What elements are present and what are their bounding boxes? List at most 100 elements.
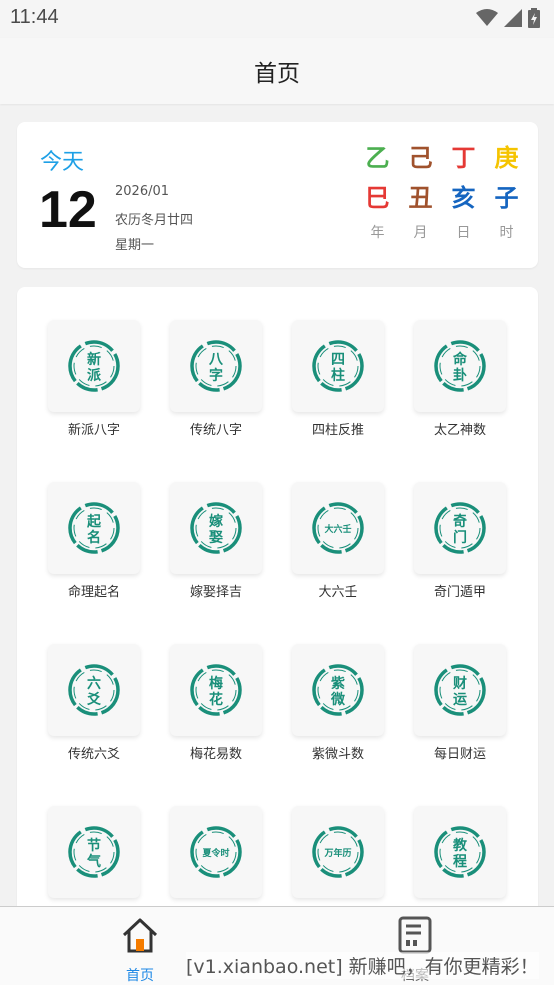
feature-tile[interactable]: 新派 (48, 320, 140, 412)
jiaocheng-seal-icon: 教程 (434, 826, 486, 878)
feature-tile[interactable]: 节气 (48, 806, 140, 898)
seal-char: 嫁 (208, 513, 223, 530)
jiaqu-seal-icon: 嫁娶 (190, 502, 242, 554)
liuyao-seal-icon: 六爻 (68, 664, 120, 716)
status-bar: 11:44 (0, 0, 554, 38)
feature-item[interactable]: 奇门奇门遁甲 (399, 482, 519, 622)
seal-char: 卦 (453, 367, 467, 384)
feature-item[interactable]: 起名命理起名 (33, 482, 153, 622)
feature-item[interactable]: 紫微紫微斗数 (277, 644, 397, 784)
seal-char: 八 (208, 352, 224, 368)
feature-label: 每日财运 (433, 747, 486, 762)
feature-tile[interactable]: 紫微 (292, 644, 384, 736)
feature-tile[interactable]: 教程 (414, 806, 506, 898)
feature-tile[interactable]: 起名 (48, 482, 140, 574)
feature-item[interactable]: 六爻传统六爻 (33, 644, 153, 784)
feature-label: 紫微斗数 (311, 747, 364, 762)
wannianli-seal-icon: 万年历 (312, 826, 364, 878)
feature-tile[interactable]: 财运 (414, 644, 506, 736)
feature-item[interactable]: 嫁娶嫁娶择吉 (155, 482, 275, 622)
app-bar: 首页 (0, 38, 554, 104)
feature-tile[interactable]: 奇门 (414, 482, 506, 574)
seal-char: 字 (209, 367, 223, 384)
sizhu-seal-icon: 四柱 (312, 340, 364, 392)
weekday: 星期一 (115, 238, 155, 253)
feature-label: 梅花易数 (189, 747, 242, 762)
seal-char: 派 (87, 368, 102, 384)
pillar-labels-row: 年 月 日 时 (356, 222, 528, 242)
ganzhi-grid: 乙 己 丁 庚 巳 丑 亥 子 年 月 日 时 (356, 142, 528, 242)
heavenly-stems-row: 乙 己 丁 庚 (356, 142, 528, 182)
seal-char: 财 (452, 675, 467, 692)
feature-tile[interactable]: 嫁娶 (170, 482, 262, 574)
day-branch: 亥 (451, 184, 476, 212)
day-label: 日 (456, 225, 471, 241)
signal-icon (504, 9, 522, 27)
seal-char: 四 (331, 352, 345, 368)
bazi-seal-icon: 八字 (190, 340, 242, 392)
caiyun-seal-icon: 财运 (434, 664, 486, 716)
feature-item[interactable]: 命卦太乙神数 (399, 320, 519, 460)
feature-item[interactable]: 四柱四柱反推 (277, 320, 397, 460)
hour-stem: 庚 (494, 144, 519, 172)
battery-icon (528, 8, 540, 28)
seal-char: 微 (330, 691, 346, 708)
seal-char: 奇 (453, 513, 467, 530)
qimen-seal-icon: 奇门 (434, 502, 486, 554)
seal-char: 六 (87, 675, 101, 692)
feature-tile[interactable]: 命卦 (414, 320, 506, 412)
seal-char: 紫 (331, 675, 345, 692)
feature-label: 太乙神数 (433, 423, 486, 438)
feature-label: 四柱反推 (311, 423, 364, 438)
month-label: 月 (413, 225, 428, 241)
feature-item[interactable]: 八字传统八字 (155, 320, 275, 460)
seal-char: 起 (86, 513, 102, 530)
page-title: 首页 (254, 61, 300, 87)
earthly-branches-row: 巳 丑 亥 子 (356, 182, 528, 222)
status-icons (476, 8, 540, 28)
nav-home[interactable]: 首页 (110, 915, 170, 984)
meihua-seal-icon: 梅花 (190, 664, 242, 716)
year-branch: 巳 (365, 184, 390, 212)
seal-char: 娶 (209, 530, 223, 546)
ziwei-seal-icon: 紫微 (312, 664, 364, 716)
feature-tile[interactable]: 四柱 (292, 320, 384, 412)
seal-char: 教 (453, 837, 468, 854)
seal-char: 运 (453, 692, 467, 708)
feature-item[interactable]: 新派新派八字 (33, 320, 153, 460)
feature-item[interactable]: 财运每日财运 (399, 644, 519, 784)
jieqi-seal-icon: 节气 (68, 826, 120, 878)
feature-label: 传统六爻 (67, 747, 120, 762)
seal-text: 大六壬 (324, 523, 351, 535)
seal-char: 程 (453, 854, 467, 870)
feature-item[interactable]: 梅花梅花易数 (155, 644, 275, 784)
seal-text: 夏令时 (201, 847, 229, 859)
qiming-seal-icon: 起名 (68, 502, 120, 554)
year-label: 年 (370, 225, 385, 241)
bottom-nav: 首页 档案 [v1.xianbao.net] 新赚吧，有你更精彩！ (0, 906, 554, 985)
feature-label: 大六壬 (318, 585, 358, 600)
day-number: 12 (39, 181, 97, 239)
feature-tile[interactable]: 六爻 (48, 644, 140, 736)
feature-tile[interactable]: 梅花 (170, 644, 262, 736)
feature-tile[interactable]: 夏令时 (170, 806, 262, 898)
seal-char: 新 (87, 351, 101, 368)
feature-label: 新派八字 (67, 423, 120, 438)
month-branch: 丑 (408, 184, 433, 212)
seal-char: 节 (87, 837, 101, 854)
month-stem: 己 (408, 144, 433, 172)
xialingshi-seal-icon: 夏令时 (190, 826, 242, 878)
feature-tile[interactable]: 八字 (170, 320, 262, 412)
feature-item[interactable]: 大六壬 大六壬 (277, 482, 397, 622)
day-stem: 丁 (451, 144, 476, 172)
seal-char: 命 (452, 351, 468, 368)
feature-label: 命理起名 (67, 585, 120, 600)
feature-tile[interactable]: 万年历 (292, 806, 384, 898)
seal-char: 梅 (209, 675, 223, 692)
wifi-icon (476, 9, 498, 26)
feature-grid: 新派新派八字八字传统八字四柱四柱反推命卦太乙神数起名命理起名嫁娶嫁娶择吉 大六壬大… (17, 287, 538, 927)
feature-tile[interactable]: 大六壬 (292, 482, 384, 574)
daliuren-seal-icon: 大六壬 (312, 502, 364, 554)
watermark-text: [v1.xianbao.net] 新赚吧，有你更精彩！ (186, 952, 539, 979)
hour-label: 时 (499, 225, 514, 241)
